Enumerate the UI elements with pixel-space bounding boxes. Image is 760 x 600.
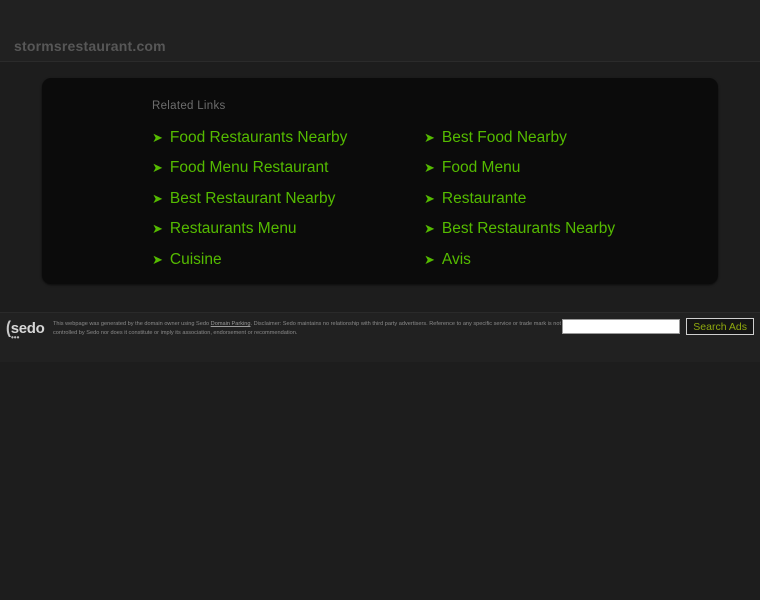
related-link[interactable]: ➤ Best Restaurants Nearby xyxy=(424,214,696,245)
footer-disclaimer: This webpage was generated by the domain… xyxy=(53,320,568,338)
arrow-right-icon: ➤ xyxy=(424,190,435,206)
sedo-logo-dots: ••• xyxy=(11,333,20,342)
disclaimer-text-before: This webpage was generated by the domain… xyxy=(53,321,211,327)
page-header: stormsrestaurant.com xyxy=(0,0,760,62)
related-link[interactable]: ➤ Best Food Nearby xyxy=(424,122,696,153)
related-links-panel: Related Links ➤ Food Restaurants Nearby … xyxy=(42,78,718,284)
related-link-label: Best Restaurants Nearby xyxy=(441,220,616,237)
domain-parking-link[interactable]: Domain Parking xyxy=(211,321,251,327)
page-background-filler xyxy=(0,362,760,600)
related-link-label: Cuisine xyxy=(169,250,222,268)
related-link[interactable]: ➤ Restaurants Menu xyxy=(152,214,424,245)
search-ads-form: Search Ads xyxy=(562,318,754,335)
sedo-logo-paren: ( xyxy=(6,318,11,339)
related-link[interactable]: ➤ Food Menu xyxy=(424,153,696,184)
search-ads-button[interactable]: Search Ads xyxy=(686,318,754,335)
sedo-logo: (sedo ••• xyxy=(6,318,52,343)
related-link[interactable]: ➤ Restaurante xyxy=(424,183,696,214)
related-link-label: Best Food Nearby xyxy=(441,128,567,146)
related-link-label: Best Restaurant Nearby xyxy=(169,189,336,207)
arrow-right-icon: ➤ xyxy=(152,251,163,267)
related-link[interactable]: ➤ Best Restaurant Nearby xyxy=(152,183,424,214)
related-link-label: Avis xyxy=(441,250,471,268)
related-link-label: Restaurante xyxy=(441,189,527,207)
related-links-grid: ➤ Food Restaurants Nearby ➤ Best Food Ne… xyxy=(152,122,692,275)
related-link[interactable]: ➤ Cuisine xyxy=(152,244,424,275)
arrow-right-icon: ➤ xyxy=(424,129,435,145)
domain-title: stormsrestaurant.com xyxy=(14,38,166,54)
related-link-label: Food Menu xyxy=(441,159,521,176)
arrow-right-icon: ➤ xyxy=(424,221,435,237)
related-link[interactable]: ➤ Food Restaurants Nearby xyxy=(152,122,424,153)
related-link-label: Restaurants Menu xyxy=(169,220,297,237)
related-link[interactable]: ➤ Avis xyxy=(424,244,696,275)
main-content: Related Links ➤ Food Restaurants Nearby … xyxy=(0,62,760,312)
arrow-right-icon: ➤ xyxy=(424,160,435,176)
arrow-right-icon: ➤ xyxy=(424,251,435,267)
related-link[interactable]: ➤ Food Menu Restaurant xyxy=(152,153,424,184)
related-links-heading: Related Links xyxy=(152,100,226,112)
arrow-right-icon: ➤ xyxy=(152,221,163,237)
related-link-label: Food Restaurants Nearby xyxy=(169,128,348,146)
arrow-right-icon: ➤ xyxy=(152,190,163,206)
arrow-right-icon: ➤ xyxy=(152,129,163,145)
related-link-label: Food Menu Restaurant xyxy=(169,159,329,176)
arrow-right-icon: ➤ xyxy=(152,160,163,176)
search-input[interactable] xyxy=(562,319,681,334)
page-footer: (sedo ••• This webpage was generated by … xyxy=(0,312,760,362)
